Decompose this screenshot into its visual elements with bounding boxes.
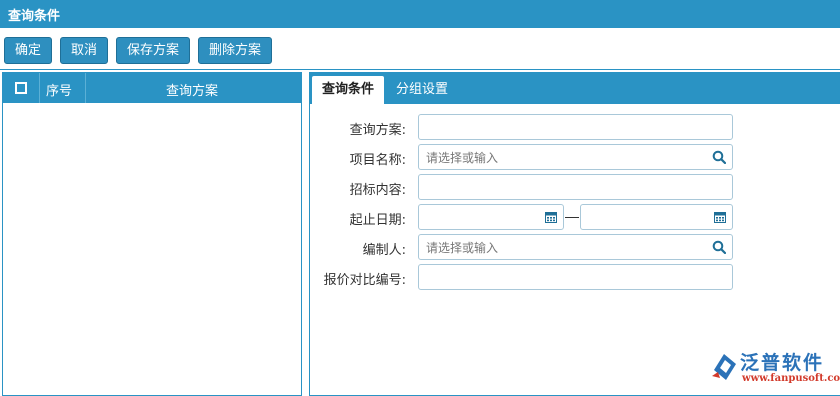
brand-name: 泛普软件 [740, 352, 825, 374]
calendar-icon[interactable] [545, 211, 557, 223]
brand-logo: 泛普软件 www.fanpusoft.com [710, 348, 840, 388]
column-header-index[interactable]: 序号 [46, 80, 72, 99]
search-icon[interactable] [712, 240, 726, 254]
scheme-list-header: 序号 查询方案 [3, 73, 301, 103]
date-range-separator [565, 217, 579, 218]
tab-bar: 查询条件 分组设置 [310, 73, 840, 104]
brand-logo-icon [712, 354, 736, 380]
column-header-scheme[interactable]: 查询方案 [166, 80, 218, 99]
brand-url: www.fanpusoft.com [742, 373, 840, 384]
compiler-label: 编制人: [362, 243, 406, 258]
column-divider [85, 73, 86, 103]
date-range-label: 起止日期: [349, 213, 406, 228]
compiler-placeholder: 请选择或输入 [426, 241, 499, 255]
scheme-label: 查询方案: [349, 123, 406, 138]
project-name-field[interactable]: 请选择或输入 [418, 144, 733, 170]
end-date-field[interactable] [580, 204, 733, 230]
search-icon[interactable] [712, 150, 726, 164]
project-label: 项目名称: [349, 153, 406, 168]
bid-content-label: 招标内容: [349, 183, 406, 198]
confirm-button[interactable]: 确定 [4, 37, 52, 64]
calendar-icon[interactable] [714, 211, 726, 223]
column-divider [39, 73, 40, 103]
save-scheme-button[interactable]: 保存方案 [116, 37, 190, 64]
delete-scheme-button[interactable]: 删除方案 [198, 37, 272, 64]
tab-group-settings[interactable]: 分组设置 [386, 76, 458, 104]
scheme-input[interactable] [418, 114, 733, 140]
compiler-field[interactable]: 请选择或输入 [418, 234, 733, 260]
start-date-field[interactable] [418, 204, 564, 230]
toolbar: 确定 取消 保存方案 删除方案 [0, 28, 840, 70]
tab-query-conditions[interactable]: 查询条件 [312, 76, 385, 104]
title-bar: 查询条件 [0, 0, 840, 28]
window-title: 查询条件 [8, 9, 61, 24]
scheme-list-panel: 序号 查询方案 [2, 72, 302, 396]
project-placeholder: 请选择或输入 [426, 151, 499, 165]
quote-no-label: 报价对比编号: [323, 273, 406, 288]
cancel-button[interactable]: 取消 [60, 37, 108, 64]
select-all-checkbox[interactable] [15, 82, 27, 94]
bid-content-input[interactable] [418, 174, 733, 200]
quote-no-input[interactable] [418, 264, 733, 290]
